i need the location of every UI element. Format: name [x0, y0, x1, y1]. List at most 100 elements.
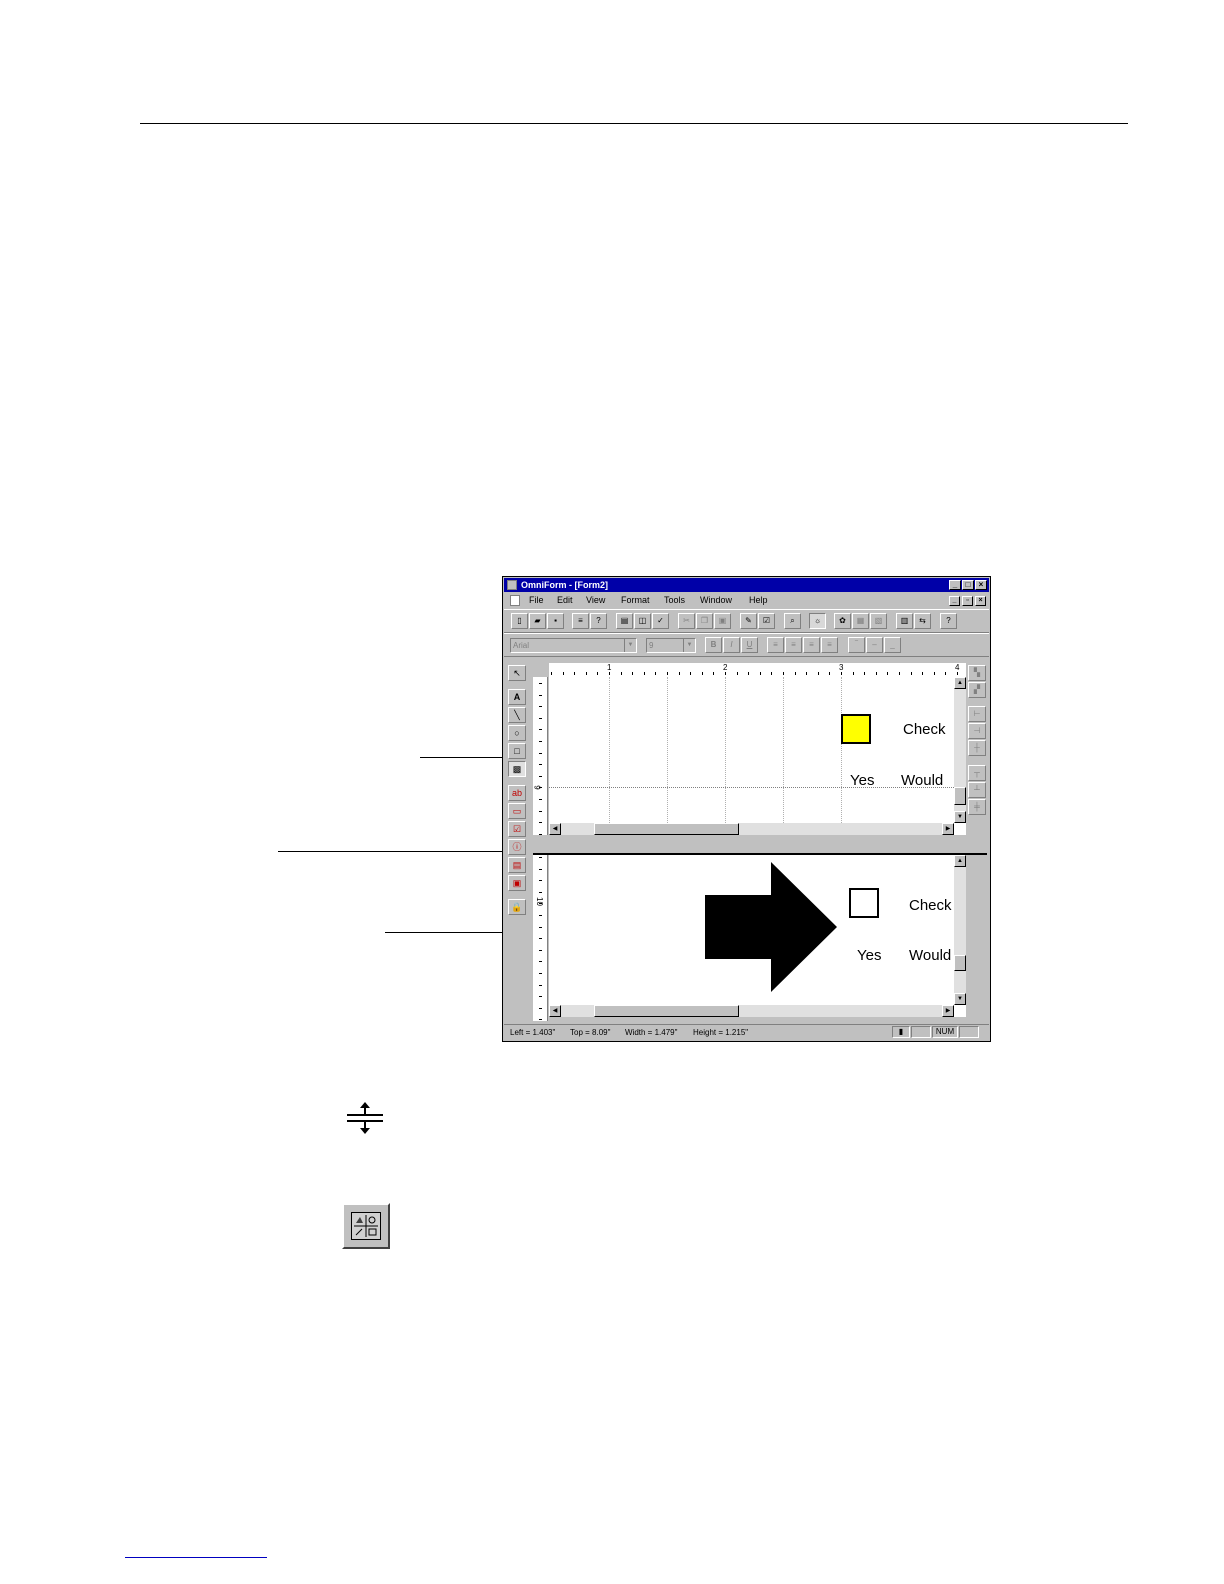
group-icon[interactable]: ▧ — [870, 613, 887, 629]
lock-icon[interactable]: 🔒 — [508, 899, 526, 915]
doc-minimize-button[interactable]: _ — [949, 596, 960, 606]
menu-help[interactable]: Help — [749, 593, 768, 608]
header-rule — [140, 123, 1128, 124]
rectangle-tool-icon[interactable]: □ — [508, 743, 526, 759]
scroll-up-icon[interactable]: ▲ — [954, 855, 966, 867]
split-window-tool-icon[interactable]: ▩ — [508, 761, 526, 777]
align-left-edge-icon[interactable]: ⊢ — [968, 706, 986, 722]
ruler-tick — [609, 672, 610, 675]
document-icon[interactable] — [510, 595, 520, 606]
preview-icon[interactable]: ◫ — [634, 613, 651, 629]
scroll-thumb[interactable] — [954, 787, 966, 805]
valign-middle-icon[interactable]: – — [866, 637, 883, 653]
align-center-h-icon[interactable]: ┼ — [968, 740, 986, 756]
tab-order-icon[interactable]: ⇆ — [914, 613, 931, 629]
spell-check-icon[interactable]: ✓ — [652, 613, 669, 629]
scroll-thumb[interactable] — [594, 1005, 739, 1017]
scroll-down-icon[interactable]: ▼ — [954, 993, 966, 1005]
italic-icon[interactable]: I — [723, 637, 740, 653]
underline-icon[interactable]: U — [741, 637, 758, 653]
send-back-icon[interactable]: ▞ — [968, 682, 986, 698]
align-left-icon[interactable]: ≡ — [767, 637, 784, 653]
ruler-tick — [829, 672, 831, 675]
align-top-edge-icon[interactable]: ┬ — [968, 765, 986, 781]
split-bar[interactable] — [533, 835, 987, 855]
scroll-left-icon[interactable]: ◀ — [549, 1005, 561, 1017]
ruler-tick — [539, 799, 542, 800]
chevron-down-icon: ▼ — [683, 639, 695, 652]
align-right-edge-icon[interactable]: ⊣ — [968, 723, 986, 739]
minimize-button[interactable]: _ — [949, 580, 961, 590]
pointer-icon[interactable]: ↖ — [508, 665, 526, 681]
color-icon[interactable]: ✿ — [834, 613, 851, 629]
scroll-down-icon[interactable]: ▼ — [954, 811, 966, 823]
table-tool-icon[interactable]: ▤ — [508, 857, 526, 873]
horizontal-scrollbar-top[interactable]: ◀ ▶ — [549, 823, 954, 835]
ruler-tick — [562, 672, 564, 675]
close-button[interactable]: × — [975, 580, 987, 590]
zoom-icon[interactable]: ⌕ — [784, 613, 801, 629]
scroll-thumb[interactable] — [954, 955, 966, 971]
text-field-tool-icon[interactable]: ab — [508, 785, 526, 801]
save-icon[interactable]: ▪ — [547, 613, 564, 629]
menu-window[interactable]: Window — [700, 593, 732, 608]
line-tool-icon[interactable]: ╲ — [508, 707, 526, 723]
form-properties-icon[interactable]: ▥ — [896, 613, 913, 629]
doc-close-button[interactable]: × — [975, 596, 986, 606]
font-combo[interactable]: Arial ▼ — [510, 638, 637, 653]
design-mode-icon[interactable]: ✎ — [740, 613, 757, 629]
fill-mode-icon[interactable]: ☑ — [758, 613, 775, 629]
checkbox-tool-icon[interactable]: ☑ — [508, 821, 526, 837]
ruler-tick — [748, 672, 750, 675]
ellipse-tool-icon[interactable]: ○ — [508, 725, 526, 741]
printer-icon[interactable]: ▤ — [616, 613, 633, 629]
align-bottom-edge-icon[interactable]: ┴ — [968, 782, 986, 798]
standard-toolbar: ▯ ▰ ▪ ≡ ? ▤ ◫ ✓ ✂ ❐ ▣ ✎ ☑ ⌕ ☼ ✿ ▦ ▧ ▥ ⇆ … — [504, 609, 989, 633]
size-combo[interactable]: 9 ▼ — [646, 638, 696, 653]
scroll-left-icon[interactable]: ◀ — [549, 823, 561, 835]
horizontal-scrollbar-bottom[interactable]: ◀ ▶ — [549, 1005, 954, 1017]
info-tool-icon[interactable]: ⓘ — [508, 839, 526, 855]
status-indicator: ▮ — [892, 1026, 910, 1038]
valign-top-icon[interactable]: ‾ — [848, 637, 865, 653]
form-pane-top[interactable]: Check Yes Would ▲ ▼ ◀ ▶ — [549, 677, 966, 835]
scroll-thumb[interactable] — [594, 823, 739, 835]
print-form-icon[interactable]: ≡ — [572, 613, 589, 629]
scroll-up-icon[interactable]: ▲ — [954, 677, 966, 689]
justify-icon[interactable]: ≡ — [821, 637, 838, 653]
vertical-scrollbar-bottom[interactable]: ▲ ▼ — [954, 855, 966, 1005]
paste-icon[interactable]: ▣ — [714, 613, 731, 629]
doc-restore-button[interactable]: ▫ — [962, 596, 973, 606]
lightbulb-icon[interactable]: ☼ — [809, 613, 826, 629]
valign-bottom-icon[interactable]: _ — [884, 637, 901, 653]
print-preview-icon[interactable]: ? — [590, 613, 607, 629]
new-icon[interactable]: ▯ — [511, 613, 528, 629]
comb-field-tool-icon[interactable]: ▭ — [508, 803, 526, 819]
image-tool-icon[interactable]: ▣ — [508, 875, 526, 891]
text-tool-icon[interactable]: A — [508, 689, 526, 705]
menu-format[interactable]: Format — [621, 593, 650, 608]
copy-icon[interactable]: ❐ — [696, 613, 713, 629]
cut-icon[interactable]: ✂ — [678, 613, 695, 629]
checkbox-selected[interactable] — [841, 714, 871, 744]
maximize-button[interactable]: □ — [962, 580, 974, 590]
menu-file[interactable]: File — [529, 593, 544, 608]
menu-view[interactable]: View — [586, 593, 605, 608]
menu-tools[interactable]: Tools — [664, 593, 685, 608]
help-pointer-icon[interactable]: ? — [940, 613, 957, 629]
scroll-right-icon[interactable]: ▶ — [942, 823, 954, 835]
menu-edit[interactable]: Edit — [557, 593, 573, 608]
vertical-scrollbar-top[interactable]: ▲ ▼ — [954, 677, 966, 823]
arrow-shape[interactable] — [705, 862, 837, 992]
bold-icon[interactable]: B — [705, 637, 722, 653]
bring-front-icon[interactable]: ▚ — [968, 665, 986, 681]
open-icon[interactable]: ▰ — [529, 613, 546, 629]
align-right-icon[interactable]: ≡ — [803, 637, 820, 653]
ruler-tick — [910, 672, 912, 675]
align-icon[interactable]: ▦ — [852, 613, 869, 629]
form-pane-bottom[interactable]: Check Yes Would ▲ ▼ ◀ ▶ — [549, 855, 966, 1017]
align-center-icon[interactable]: ≡ — [785, 637, 802, 653]
align-center-v-icon[interactable]: ╪ — [968, 799, 986, 815]
scroll-right-icon[interactable]: ▶ — [942, 1005, 954, 1017]
checkbox[interactable] — [849, 888, 879, 918]
